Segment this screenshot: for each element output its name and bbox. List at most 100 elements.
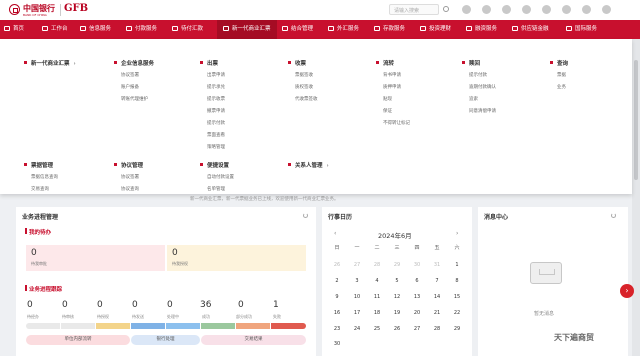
calendar-day[interactable]: 3 <box>347 278 367 284</box>
service-icon[interactable] <box>462 5 471 14</box>
calendar-day[interactable]: 5 <box>387 278 407 284</box>
settings-icon[interactable] <box>502 5 511 14</box>
calendar-day[interactable]: 30 <box>407 262 427 268</box>
nav-pending-remittance[interactable]: 待付汇款 <box>172 20 203 39</box>
menu-item[interactable]: 提示收票 <box>207 96 225 102</box>
calendar-day[interactable]: 28 <box>427 326 447 332</box>
menu-item[interactable]: 背书申请 <box>383 72 401 78</box>
menu-item[interactable]: 提示付款 <box>207 120 225 126</box>
menu-item[interactable]: 交易查询 <box>31 186 49 192</box>
calendar-day[interactable]: 4 <box>367 278 387 284</box>
calendar-day[interactable]: 16 <box>327 310 347 316</box>
calendar-day[interactable]: 2 <box>327 278 347 284</box>
menu-item[interactable]: 出票申请 <box>207 72 225 78</box>
calendar-day[interactable]: 31 <box>427 262 447 268</box>
calendar-day[interactable]: 6 <box>407 278 427 284</box>
menu-item[interactable]: 协议查询 <box>121 186 139 192</box>
prev-month-arrow-icon[interactable]: ‹ <box>334 230 336 237</box>
menu-item[interactable]: 质权签收 <box>295 84 313 90</box>
nav-new-bill[interactable]: 新一代商业汇票 <box>217 20 277 39</box>
calendar-day[interactable]: 13 <box>407 294 427 300</box>
menu-column-title[interactable]: 新一代商业汇票 › <box>24 59 76 67</box>
nav-deposit[interactable]: 存款服务 <box>374 20 405 39</box>
menu-item[interactable]: 贴现 <box>383 96 392 102</box>
menu-item[interactable]: 票据 <box>557 72 566 78</box>
notification-icon[interactable] <box>482 5 491 14</box>
menu-item[interactable]: 协议签署 <box>121 174 139 180</box>
calendar-day[interactable]: 21 <box>427 310 447 316</box>
nav-investment[interactable]: 投资理财 <box>420 20 451 39</box>
calendar-day[interactable]: 20 <box>407 310 427 316</box>
menu-item[interactable]: 票据信息查询 <box>31 174 58 180</box>
calendar-day[interactable]: 17 <box>347 310 367 316</box>
next-month-arrow-icon[interactable]: › <box>456 230 458 237</box>
menu-item[interactable]: 名单管理 <box>207 186 225 192</box>
nav-payment-service[interactable]: 付款服务 <box>126 20 157 39</box>
calendar-day[interactable]: 30 <box>327 341 347 347</box>
stat-pending-authorize[interactable]: 0 <box>97 300 103 310</box>
stat-pending-handle[interactable]: 0 <box>27 300 33 310</box>
todo-authorize[interactable]: 0 待我授权 <box>167 245 306 271</box>
exit-icon[interactable] <box>602 5 611 14</box>
menu-item[interactable]: 追索 <box>469 96 478 102</box>
menu-item[interactable]: 业务 <box>557 84 566 90</box>
language-icon[interactable] <box>542 5 551 14</box>
menu-item[interactable]: 同意清偿申请 <box>469 108 496 114</box>
calendar-day[interactable]: 18 <box>367 310 387 316</box>
refresh-icon[interactable] <box>611 213 616 218</box>
search-icon[interactable] <box>443 6 449 12</box>
calendar-day[interactable]: 11 <box>367 294 387 300</box>
calendar-day[interactable]: 14 <box>427 294 447 300</box>
calendar-day[interactable]: 24 <box>347 326 367 332</box>
stat-pending-send[interactable]: 0 <box>132 300 138 310</box>
menu-item[interactable]: 代收票签收 <box>295 96 318 102</box>
stat-success[interactable]: 36 <box>200 300 211 310</box>
stat-partial-success[interactable]: 0 <box>238 300 244 310</box>
calendar-day[interactable]: 8 <box>447 278 467 284</box>
todo-approve[interactable]: 0 待我审批 <box>26 245 165 271</box>
menu-group-contacts[interactable]: 关系人管理 › <box>288 161 329 169</box>
nav-forex[interactable]: 外汇服务 <box>328 20 359 39</box>
menu-item[interactable]: 自动付款设置 <box>207 174 234 180</box>
nav-international[interactable]: 国际服务 <box>566 20 597 39</box>
menu-item[interactable]: 逾期付款确认 <box>469 84 496 90</box>
menu-item[interactable]: 转账代理维护 <box>121 96 148 102</box>
calendar-day[interactable]: 19 <box>387 310 407 316</box>
stat-processing[interactable]: 0 <box>167 300 173 310</box>
calendar-day[interactable]: 23 <box>327 326 347 332</box>
user-avatar-icon[interactable] <box>582 5 591 14</box>
scrollbar-thumb[interactable] <box>634 60 638 180</box>
nav-home[interactable]: 首页 <box>4 20 24 39</box>
calendar-day[interactable]: 15 <box>447 294 467 300</box>
calendar-day[interactable]: 26 <box>327 262 347 268</box>
menu-item[interactable]: 协议签署 <box>121 72 139 78</box>
menu-item[interactable]: 不得转让标记 <box>383 120 410 126</box>
message-icon[interactable] <box>562 5 571 14</box>
calendar-day[interactable]: 10 <box>347 294 367 300</box>
calendar-day[interactable]: 27 <box>347 262 367 268</box>
refresh-icon[interactable] <box>303 213 308 218</box>
calendar-day[interactable]: 12 <box>387 294 407 300</box>
menu-item[interactable]: 票据签收 <box>295 72 313 78</box>
stat-pending-review[interactable]: 0 <box>62 300 68 310</box>
menu-item[interactable]: 撤票申请 <box>207 108 225 114</box>
calendar-day[interactable]: 27 <box>407 326 427 332</box>
menu-item[interactable]: 账户报备 <box>121 84 139 90</box>
calendar-day[interactable]: 28 <box>367 262 387 268</box>
calendar-day[interactable]: 9 <box>327 294 347 300</box>
calendar-day[interactable]: 26 <box>387 326 407 332</box>
calendar-day[interactable]: 29 <box>387 262 407 268</box>
nav-supply-chain[interactable]: 供应链金融 <box>512 20 549 39</box>
floating-expand-button[interactable]: › <box>620 284 634 298</box>
calendar-day[interactable]: 22 <box>447 310 467 316</box>
nav-financing[interactable]: 融资服务 <box>466 20 497 39</box>
calendar-day[interactable]: 25 <box>367 326 387 332</box>
stat-failed[interactable]: 1 <box>273 300 279 310</box>
nav-info-service[interactable]: 信息服务 <box>80 20 111 39</box>
calendar-day[interactable]: 7 <box>427 278 447 284</box>
nav-workbench[interactable]: 工作台 <box>42 20 68 39</box>
menu-item[interactable]: 质押申请 <box>383 84 401 90</box>
help-icon[interactable] <box>522 5 531 14</box>
menu-item[interactable]: 保证 <box>383 108 392 114</box>
menu-item[interactable]: 票面查看 <box>207 132 225 138</box>
